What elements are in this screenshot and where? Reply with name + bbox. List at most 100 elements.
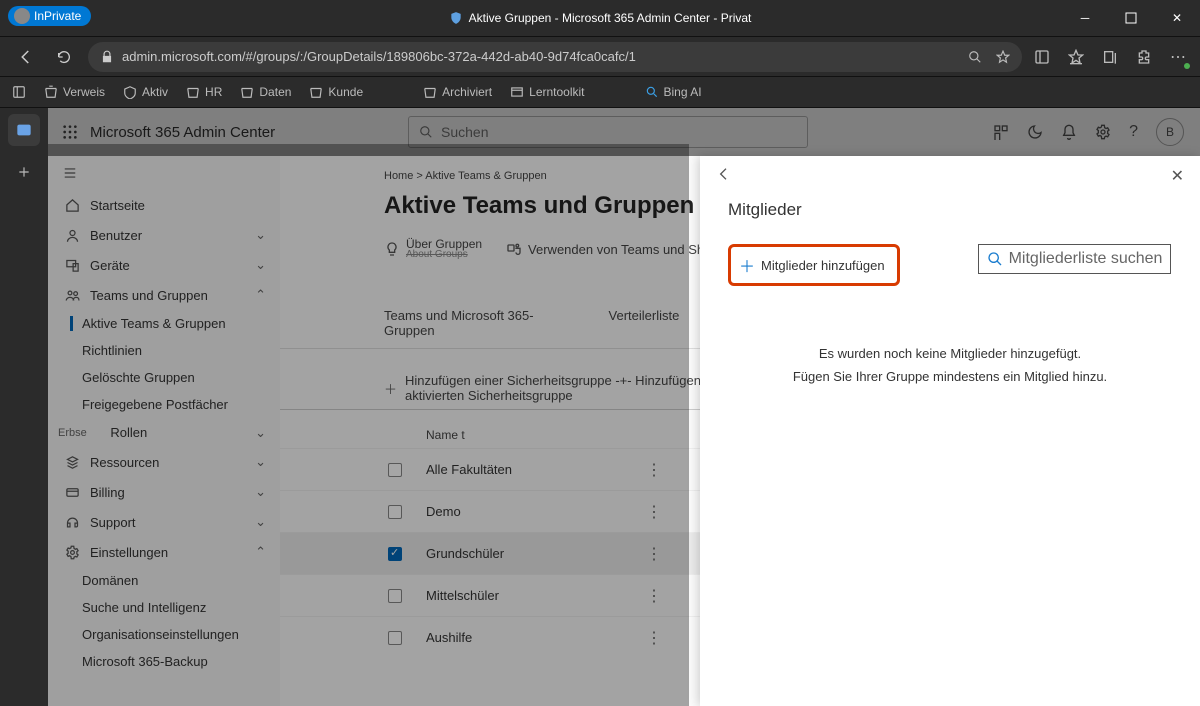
nav-support[interactable]: Support⌄: [48, 507, 280, 537]
tab-teams-365[interactable]: Teams und Microsoft 365-Gruppen: [384, 308, 583, 348]
nav-label: Billing: [90, 485, 125, 500]
row-checkbox[interactable]: [388, 631, 402, 645]
headset-icon: [64, 514, 80, 530]
nav-collapse-button[interactable]: [48, 156, 280, 190]
fav-label: Daten: [259, 85, 291, 99]
chevron-down-icon: ⌄: [255, 484, 266, 500]
row-checkbox[interactable]: [388, 463, 402, 477]
nav-label: Support: [90, 515, 136, 530]
members-flyout: ✕ Mitglieder ＋ Mitglieder hinzufügen Mit…: [700, 156, 1200, 706]
fav-item[interactable]: Aktiv: [123, 85, 168, 99]
fav-label: HR: [205, 85, 222, 99]
fav-label: Archiviert: [442, 85, 492, 99]
more-icon[interactable]: ⋮: [646, 502, 662, 522]
search-icon: [987, 251, 1003, 267]
nav-settings[interactable]: Einstellungen⌃: [48, 537, 280, 567]
search-members-input[interactable]: Mitgliederliste suchen: [978, 244, 1172, 274]
window-minimize-button[interactable]: ─: [1062, 0, 1108, 36]
nav-resources[interactable]: Ressourcen ⌄: [48, 447, 280, 477]
chevron-down-icon: ⌄: [255, 454, 266, 470]
flyout-close-button[interactable]: ✕: [1171, 166, 1184, 186]
row-checkbox[interactable]: [388, 589, 402, 603]
nav-search-intel[interactable]: Suche und Intelligenz: [48, 594, 280, 621]
extensions-icon[interactable]: [1134, 47, 1154, 67]
tab-actions-icon[interactable]: [1032, 47, 1052, 67]
nav-shared-mailboxes[interactable]: Freigegebene Postfächer: [48, 391, 280, 418]
nav-label: Geräte: [90, 258, 130, 273]
fav-item[interactable]: HR: [186, 85, 222, 99]
lock-icon: [100, 50, 114, 64]
window-title: Aktive Gruppen - Microsoft 365 Admin Cen…: [449, 11, 752, 25]
nav-back-button[interactable]: [12, 43, 40, 71]
nav-label: Benutzer: [90, 228, 142, 243]
favorites-icon[interactable]: [1066, 47, 1086, 67]
personal-vertical-tabs-button[interactable]: [12, 85, 26, 99]
url-text: admin.microsoft.com/#/groups/:/GroupDeta…: [122, 49, 636, 64]
left-navigation: Startseite Benutzer⌄ Geräte⌄ Teams und G…: [48, 156, 280, 706]
sidebar-add-button[interactable]: [8, 156, 40, 188]
overflow-menu-button[interactable]: ⋯: [1168, 47, 1188, 67]
fav-item[interactable]: Archiviert: [423, 85, 492, 99]
nav-sub-label: Gelöschte Gruppen: [82, 370, 195, 385]
home-icon: [64, 197, 80, 213]
nav-org-settings[interactable]: Organisationseinstellungen: [48, 621, 280, 648]
nav-sub-label: Aktive Teams & Gruppen: [82, 316, 226, 331]
nav-sub-label: Freigegebene Postfächer: [82, 397, 228, 412]
nav-home[interactable]: Startseite: [48, 190, 280, 220]
empty-line-1: Es wurden noch keine Mitglieder hinzugef…: [700, 342, 1200, 365]
address-bar: admin.microsoft.com/#/groups/:/GroupDeta…: [0, 36, 1200, 76]
nav-teams-groups[interactable]: Teams und Gruppen⌃: [48, 280, 280, 310]
nav-label: Teams und Gruppen: [90, 288, 208, 303]
user-icon: [64, 227, 80, 243]
nav-roles[interactable]: Erbse Erbse RollenRollen⌄: [48, 418, 280, 447]
fav-item[interactable]: Verweis: [44, 85, 105, 99]
nav-label: Einstellungen: [90, 545, 168, 560]
more-icon[interactable]: ⋮: [646, 586, 662, 606]
window-close-button[interactable]: ✕: [1154, 0, 1200, 36]
plus-icon: ＋: [384, 379, 397, 398]
about-groups-link[interactable]: Über Gruppen About Groups: [384, 238, 482, 260]
flyout-back-button[interactable]: [716, 166, 732, 186]
nav-domains[interactable]: Domänen: [48, 567, 280, 594]
more-icon[interactable]: ⋮: [646, 544, 662, 564]
fav-item-bing[interactable]: Bing AI: [645, 85, 702, 99]
fav-item[interactable]: Lerntoolkit: [510, 85, 584, 99]
add-members-button[interactable]: ＋ Mitglieder hinzufügen: [728, 244, 900, 286]
inprivate-badge: InPrivate: [8, 6, 91, 26]
collections-icon[interactable]: [1100, 47, 1120, 67]
nav-deleted-groups[interactable]: Gelöschte Gruppen: [48, 364, 280, 391]
tab-distribution[interactable]: Verteilerliste: [609, 308, 680, 348]
nav-active-teams-groups[interactable]: Aktive Teams & Gruppen: [48, 310, 280, 337]
fav-item[interactable]: Daten: [240, 85, 291, 99]
fav-item[interactable]: Kunde: [309, 85, 363, 99]
empty-line-2: Fügen Sie Ihrer Gruppe mindestens ein Mi…: [700, 365, 1200, 388]
shield-icon: [449, 11, 463, 25]
window-maximize-button[interactable]: [1108, 0, 1154, 36]
row-checkbox[interactable]: [388, 505, 402, 519]
nav-label: Ressourcen: [90, 455, 159, 470]
more-icon[interactable]: ⋮: [646, 628, 662, 648]
window-title-text: Aktive Gruppen - Microsoft 365 Admin Cen…: [469, 11, 752, 25]
browser-title-bar: InPrivate Aktive Gruppen - Microsoft 365…: [0, 0, 1200, 36]
url-input[interactable]: admin.microsoft.com/#/groups/:/GroupDeta…: [88, 42, 1022, 72]
teams-icon: [506, 241, 522, 257]
profile-avatar-icon: [14, 8, 30, 24]
row-checkbox[interactable]: [388, 547, 402, 561]
fav-label: Lerntoolkit: [529, 85, 584, 99]
search-placeholder: Mitgliederliste suchen: [1009, 250, 1163, 268]
people-icon: [64, 287, 80, 303]
group-name: Alle Fakultäten: [426, 462, 646, 477]
more-icon[interactable]: ⋮: [646, 460, 662, 480]
nav-policies[interactable]: Richtlinien: [48, 337, 280, 364]
nav-refresh-button[interactable]: [50, 43, 78, 71]
col-name[interactable]: Name t: [426, 428, 706, 442]
nav-m365-backup[interactable]: Microsoft 365-Backup: [48, 648, 280, 675]
nav-devices[interactable]: Geräte⌄: [48, 250, 280, 280]
nav-users[interactable]: Benutzer⌄: [48, 220, 280, 250]
sidebar-app-icon[interactable]: [8, 114, 40, 146]
favorite-star-icon[interactable]: [996, 50, 1010, 64]
zoom-url-icon[interactable]: [968, 50, 982, 64]
nav-billing[interactable]: Billing ⌄: [48, 477, 280, 507]
plus-icon: ＋: [739, 253, 755, 277]
flyout-heading: Mitglieder: [700, 196, 1200, 238]
